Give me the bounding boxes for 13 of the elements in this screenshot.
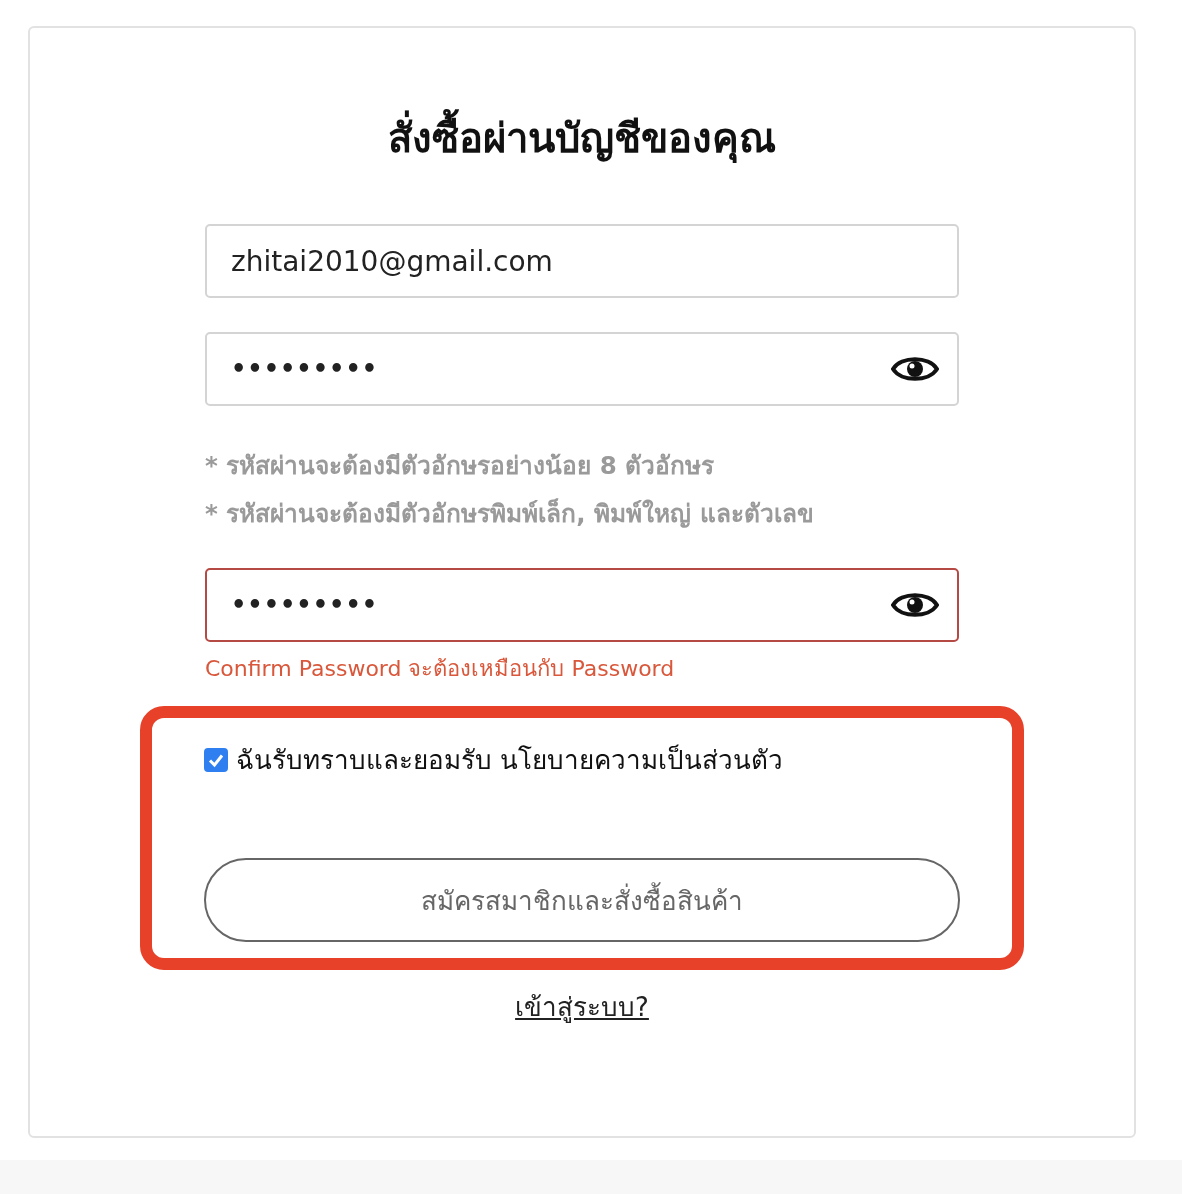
eye-icon[interactable] <box>891 590 939 620</box>
submit-button[interactable]: สมัครสมาชิกและสั่งซื้อสินค้า <box>204 858 960 942</box>
page-title: สั่งซื้อผ่านบัญชีของคุณ <box>388 110 776 166</box>
password-hint: * รหัสผ่านจะต้องมีตัวอักษรพิมพ์เล็ก, พิมพ์ใหญ่ และตัวเลข <box>205 497 815 530</box>
password-field[interactable]: ••••••••• <box>205 568 959 642</box>
eye-icon[interactable] <box>891 354 939 384</box>
consent-label: ฉันรับทราบและยอมรับ นโยบายความเป็นส่วนตัว <box>236 743 784 777</box>
password-field[interactable]: ••••••••• <box>205 332 959 406</box>
email-field[interactable]: zhitai2010@gmail.com <box>205 224 959 298</box>
login-link[interactable]: เข้าสู่ระบบ? <box>515 986 649 1027</box>
checkbox[interactable] <box>204 748 228 772</box>
error-message: Confirm Password จะต้องเหมือนกับ Password <box>205 655 676 683</box>
password-hint: * รหัสผ่านจะต้องมีตัวอักษรอย่างน้อย 8 ตัวอักษร <box>205 450 716 482</box>
